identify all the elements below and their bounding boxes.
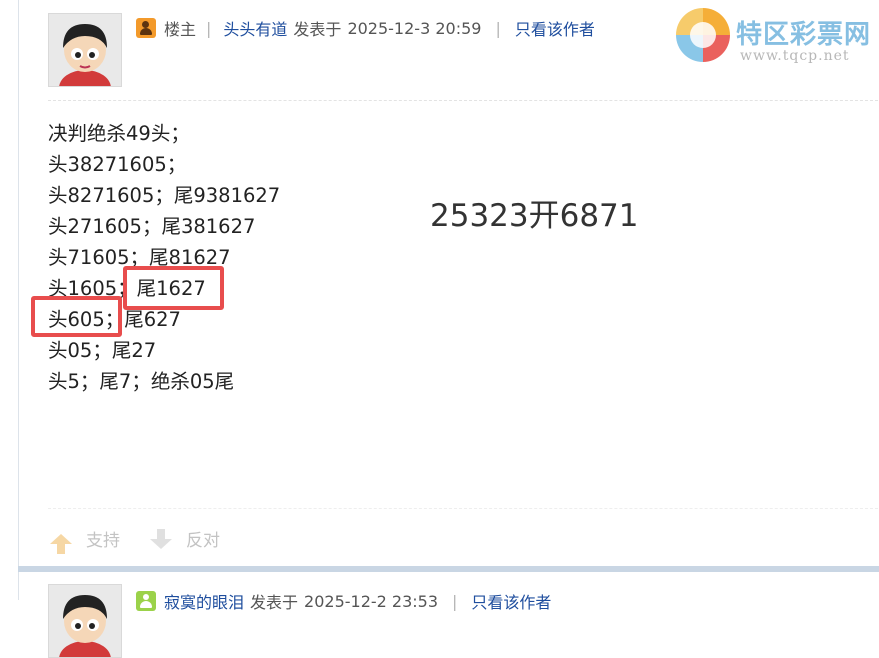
support-label: 支持 — [86, 531, 120, 551]
highlight-box-tail — [123, 266, 224, 310]
content-line: 头38271605； — [48, 153, 187, 176]
oppose-label: 反对 — [186, 531, 220, 551]
support-button[interactable]: 支持 — [50, 526, 120, 554]
actions-divider — [48, 508, 878, 509]
result-text: 25323开6871 — [430, 198, 639, 234]
thumb-up-arrow-icon — [50, 533, 72, 554]
content-line: 头05；尾27 — [48, 339, 157, 362]
content-line: 头8271605；尾9381627 — [48, 184, 281, 207]
only-author-link[interactable]: 只看该作者 — [471, 589, 551, 613]
thread-owner-label: 楼主 — [164, 20, 197, 39]
post-2-meta: 寂寞的眼泪 发表于 2025-12-2 23:53 | 只看该作者 — [136, 589, 551, 613]
posted-time: 2025-12-3 20:59 — [347, 18, 482, 38]
boy-avatar-icon — [49, 585, 121, 657]
highlight-box-head — [31, 296, 122, 337]
thread-owner-icon — [136, 18, 156, 38]
author-link[interactable]: 寂寞的眼泪 — [164, 589, 244, 613]
post-1-content: 决判绝杀49头； 头38271605； 头8271605；尾9381627 头2… — [48, 118, 280, 397]
meta-separator: | — [495, 18, 501, 38]
boy-avatar-icon — [49, 14, 121, 86]
post-separator — [18, 566, 879, 572]
watermark-url: www.tqcp.net — [740, 48, 850, 64]
content-line: 头5；尾7；绝杀05尾 — [48, 370, 235, 393]
meta-separator: | — [452, 591, 458, 611]
watermark-title: 特区彩票网 — [736, 20, 872, 50]
left-border — [18, 0, 19, 600]
site-watermark: 特区彩票网 www.tqcp.net — [676, 8, 876, 66]
member-icon — [136, 591, 156, 611]
post-1-meta: 楼主 | 头头有道 发表于 2025-12-3 20:59 | 只看该作者 — [136, 16, 595, 40]
author-link[interactable]: 头头有道 — [223, 16, 287, 40]
oppose-button[interactable]: 反对 — [150, 526, 220, 551]
author-avatar[interactable] — [48, 13, 122, 87]
post-header-divider — [48, 100, 878, 101]
meta-separator: | — [206, 18, 212, 38]
site-logo-icon — [676, 8, 730, 62]
thumb-down-arrow-icon — [150, 528, 172, 549]
posted-time: 2025-12-2 23:53 — [304, 591, 439, 611]
only-author-link[interactable]: 只看该作者 — [515, 16, 595, 40]
content-line: 决判绝杀49头； — [48, 122, 190, 145]
posted-prefix: 发表于 — [250, 593, 299, 612]
content-line: 头271605；尾381627 — [48, 215, 256, 238]
post-1-actions: 支持 反对 — [50, 526, 238, 554]
posted-prefix: 发表于 — [293, 20, 342, 39]
author-avatar[interactable] — [48, 584, 122, 658]
